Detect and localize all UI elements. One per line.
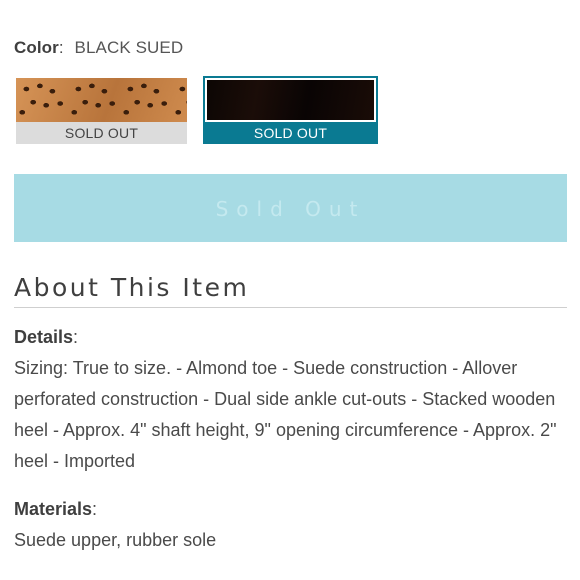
details-section: Details: Sizing: True to size. - Almond … bbox=[14, 322, 567, 477]
sold-out-button[interactable]: Sold Out bbox=[14, 174, 567, 242]
section-divider bbox=[14, 307, 567, 308]
swatch-tan-image bbox=[16, 78, 187, 122]
details-text: Sizing: True to size. - Almond toe - Sue… bbox=[14, 358, 557, 471]
about-item-title: About This Item bbox=[14, 273, 250, 302]
swatch-black-selected[interactable]: SOLD OUT bbox=[203, 76, 378, 144]
materials-section: Materials: Suede upper, rubber sole bbox=[14, 494, 567, 556]
materials-text: Suede upper, rubber sole bbox=[14, 530, 217, 550]
color-colon: : bbox=[58, 38, 64, 57]
swatch-black-sold-out-tag: SOLD OUT bbox=[205, 122, 376, 144]
swatch-tan-sold-out-tag: SOLD OUT bbox=[16, 122, 187, 144]
swatch-black-image bbox=[205, 78, 376, 122]
materials-heading: Materials bbox=[14, 499, 93, 519]
color-label: Color bbox=[14, 38, 59, 57]
color-value: BLACK SUED bbox=[74, 38, 184, 57]
details-heading: Details bbox=[14, 327, 74, 347]
swatch-tan[interactable]: SOLD OUT bbox=[14, 76, 189, 144]
color-selection-label: Color: BLACK SUED bbox=[14, 38, 183, 58]
